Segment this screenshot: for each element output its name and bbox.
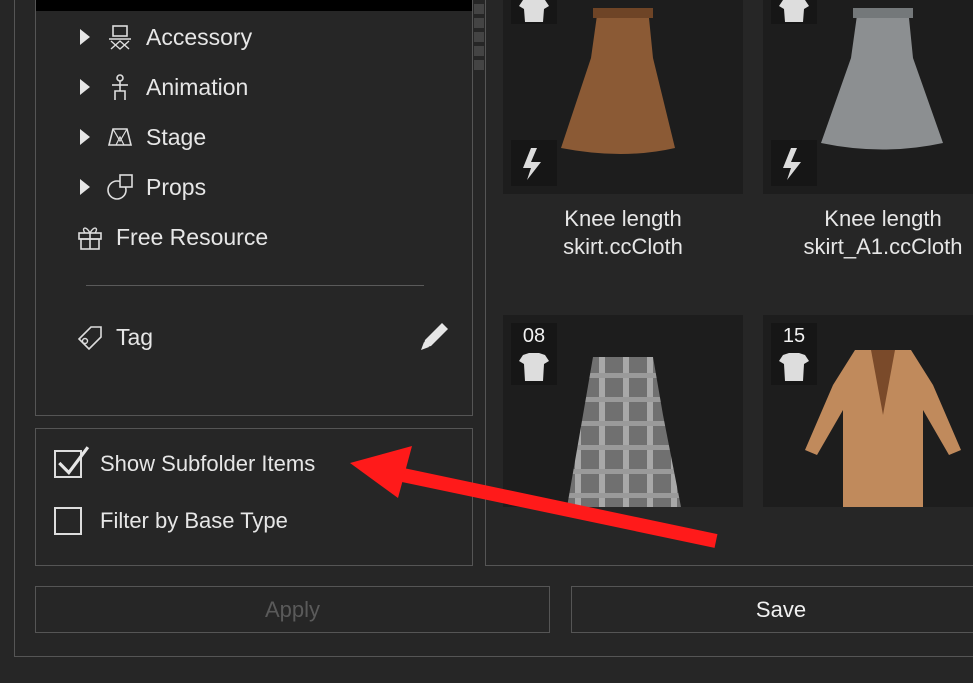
edit-pencil-icon[interactable] (417, 318, 453, 354)
content-card[interactable] (763, 0, 973, 194)
tree-item-label: Stage (146, 123, 207, 150)
tree-item-free-resource[interactable]: Free Resource (76, 222, 268, 252)
clothing-type-icon (771, 0, 817, 24)
accessory-icon (109, 25, 131, 50)
show-subfolder-label: Show Subfolder Items (100, 451, 316, 476)
tree-item-label: Animation (146, 73, 249, 100)
expand-caret-icon[interactable] (80, 179, 90, 195)
show-subfolder-checkbox[interactable] (54, 446, 90, 478)
checkmark-icon (58, 446, 90, 476)
filter-base-type-label: Filter by Base Type (100, 508, 288, 533)
clothing-type-icon (771, 349, 817, 385)
clothing-type-icon (511, 0, 557, 24)
card-caption: Knee length skirt.ccCloth (563, 206, 683, 259)
filter-by-base-type-option[interactable]: Filter by Base Type (54, 507, 288, 535)
item-count-badge: 15 (771, 323, 817, 349)
cloth-simulation-icon (771, 140, 817, 186)
filter-base-type-checkbox[interactable] (54, 507, 82, 535)
save-button[interactable]: Save (571, 586, 973, 633)
tree-item-label: Accessory (146, 23, 253, 50)
apply-button[interactable]: Apply (35, 586, 550, 633)
expand-caret-icon[interactable] (80, 129, 90, 145)
options-panel (35, 428, 473, 566)
content-card[interactable]: 15 (763, 315, 973, 507)
expand-caret-icon[interactable] (80, 79, 90, 95)
expand-caret-icon[interactable] (80, 29, 90, 45)
cloth-simulation-icon (511, 140, 557, 186)
selected-row-highlight (36, 0, 472, 11)
stage-icon (107, 128, 133, 146)
content-card[interactable]: 08 (503, 315, 743, 507)
content-card[interactable] (503, 0, 743, 194)
clothing-type-icon (511, 349, 557, 385)
tag-icon (77, 326, 102, 351)
tree-item-props[interactable]: Props (80, 172, 206, 202)
show-subfolder-items-option[interactable]: Show Subfolder Items (54, 446, 316, 478)
category-tree-panel (35, 0, 473, 416)
tree-divider (86, 285, 424, 286)
tree-item-label: Free Resource (116, 223, 269, 250)
tree-item-stage[interactable]: Stage (80, 122, 206, 152)
animation-icon (112, 74, 128, 100)
tree-scrollbar[interactable] (473, 0, 485, 70)
tree-item-animation[interactable]: Animation (80, 72, 248, 102)
item-count-badge: 08 (511, 323, 557, 349)
props-icon (107, 174, 133, 200)
tree-item-label: Props (146, 173, 207, 200)
tree-item-accessory[interactable]: Accessory (80, 22, 252, 52)
tag-row[interactable]: Tag (76, 322, 153, 352)
tag-label: Tag (116, 323, 154, 350)
card-caption: Knee length skirt_A1.ccCloth (803, 206, 963, 259)
gift-icon (78, 227, 102, 250)
